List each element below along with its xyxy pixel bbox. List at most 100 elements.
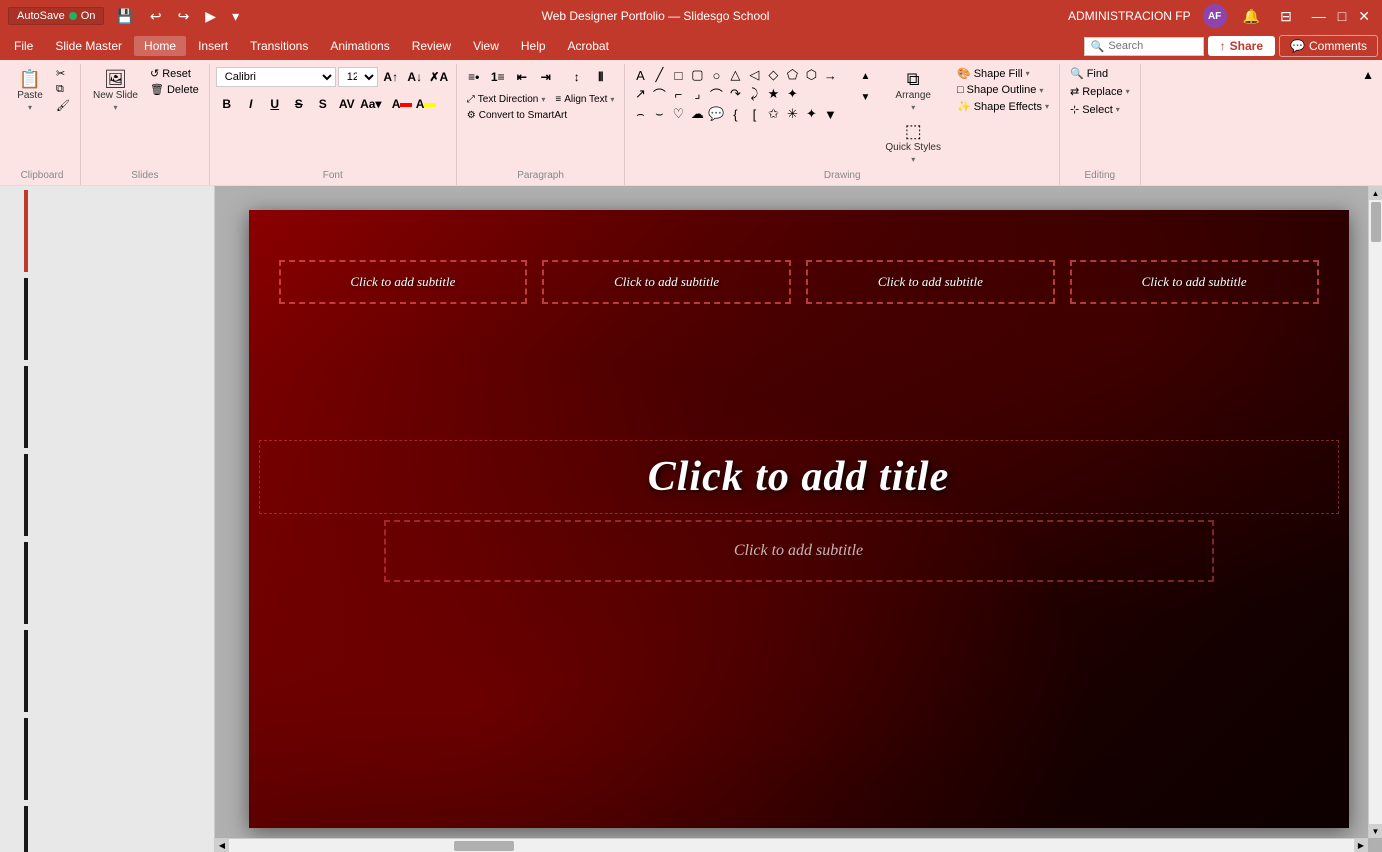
menu-slide-master[interactable]: Slide Master [45,36,132,56]
slide-thumb-2[interactable] [24,278,28,360]
clear-format-button[interactable]: ✗A [428,66,450,88]
shape-rect-icon[interactable]: □ [669,66,687,84]
menu-insert[interactable]: Insert [188,36,238,56]
menu-acrobat[interactable]: Acrobat [558,36,619,56]
title-container[interactable]: Click to add title [259,440,1339,514]
menu-help[interactable]: Help [511,36,556,56]
indent-decrease-button[interactable]: ⇤ [511,66,533,88]
slide-thumb-3[interactable] [24,366,28,448]
menu-view[interactable]: View [463,36,509,56]
shape-callout-icon[interactable]: 💬 [707,105,725,123]
save-button[interactable]: 💾 [112,6,137,27]
menu-animations[interactable]: Animations [320,36,399,56]
font-size-selector[interactable]: 12 [338,67,378,87]
slide-canvas[interactable]: Click to add subtitle Click to add subti… [249,210,1349,828]
shape-rounded-rect-icon[interactable]: ▢ [688,66,706,84]
ribbon-collapse-button[interactable]: ▲ [1358,64,1378,185]
subtitle-content-box[interactable]: Click to add subtitle [384,520,1214,582]
shape-misc5-icon[interactable]: ✦ [783,85,801,103]
quick-styles-button[interactable]: ⬚ Quick Styles ▾ [879,118,947,168]
autosave-button[interactable]: AutoSave On [8,7,104,25]
increase-font-button[interactable]: A↑ [380,66,402,88]
bullets-button[interactable]: ≡• [463,66,485,88]
shape-star5-icon[interactable]: ✩ [764,105,782,123]
shape-arrow-icon[interactable]: → [821,66,839,84]
copy-button[interactable]: ⧉ [52,82,74,97]
subtitle-box-3[interactable]: Click to add subtitle [806,260,1055,304]
bold-button[interactable]: B [216,93,238,115]
subtitle-box-4[interactable]: Click to add subtitle [1070,260,1319,304]
slide-thumb-6[interactable] [24,630,28,712]
line-spacing-button[interactable]: ↕ [566,66,588,88]
search-box[interactable]: 🔍 [1084,37,1204,56]
shape-hexagon-icon[interactable]: ⬡ [802,66,820,84]
customize-button[interactable]: ▾ [228,6,243,27]
shape-misc2-icon[interactable]: ↷ [726,85,744,103]
shape-elbow-icon[interactable]: ⌟ [688,85,706,103]
slide-thumb-5[interactable] [24,542,28,624]
shape-star4-icon[interactable]: ✦ [802,105,820,123]
shape-misc4-icon[interactable]: ★ [764,85,782,103]
shape-effects-button[interactable]: ✨ Shape Effects ▾ [953,99,1053,114]
shape-rtriangle-icon[interactable]: ◁ [745,66,763,84]
share-button[interactable]: ↑ Share [1208,36,1275,56]
indent-increase-button[interactable]: ⇥ [535,66,557,88]
font-family-selector[interactable]: Calibri [216,67,336,87]
shape-star8-icon[interactable]: ✳ [783,105,801,123]
shape-misc1-icon[interactable]: ⌒ [707,85,725,103]
scroll-down-arrow[interactable]: ▼ [1369,824,1382,838]
shape-cloud-icon[interactable]: ☁ [688,105,706,123]
convert-smartart-button[interactable]: ⚙ Convert to SmartArt [463,109,571,122]
columns-button[interactable]: ⫴ [590,66,612,88]
shape-heart-icon[interactable]: ♡ [669,105,687,123]
shape-pentagon-icon[interactable]: ⬠ [783,66,801,84]
presentation-button[interactable]: ▶ [201,6,220,27]
menu-home[interactable]: Home [134,36,186,56]
highlight-button[interactable]: A [415,93,437,115]
shape-circle-icon[interactable]: ○ [707,66,725,84]
notifications-button[interactable]: 🔔 [1239,6,1264,27]
slide-thumb-8[interactable] [24,806,28,852]
scroll-thumb-horizontal[interactable] [454,841,514,851]
align-text-button[interactable]: ≡ Align Text ▾ [551,93,618,106]
underline-button[interactable]: U [264,93,286,115]
paste-button[interactable]: 📋 Paste ▾ [10,66,50,116]
shape-diamond-icon[interactable]: ◇ [764,66,782,84]
maximize-button[interactable]: □ [1334,6,1350,27]
replace-button[interactable]: ⇄ Replace ▾ [1066,84,1134,99]
cut-button[interactable]: ✂ [52,66,74,81]
shape-misc3-icon[interactable]: ⤸ [745,85,763,103]
new-slide-button[interactable]: 🖼 New Slide ▾ [87,66,144,116]
shape-arc-icon[interactable]: ⌣ [650,105,668,123]
close-button[interactable]: ✕ [1354,6,1374,27]
find-button[interactable]: 🔍 Find [1066,66,1112,81]
user-avatar[interactable]: AF [1203,4,1227,28]
shape-brace-icon[interactable]: { [726,105,744,123]
slide-thumb-7[interactable] [24,718,28,800]
scroll-up-arrow[interactable]: ▲ [1369,186,1382,200]
reset-button[interactable]: ↺ Reset [146,66,203,81]
search-input[interactable] [1108,40,1188,52]
shape-bracket-icon[interactable]: [ [745,105,763,123]
shape-freeform-icon[interactable]: ⌢ [631,105,649,123]
shape-triangle-icon[interactable]: △ [726,66,744,84]
ribbon-toggle-button[interactable]: ⊟ [1276,6,1296,27]
shape-line-icon[interactable]: ╱ [650,66,668,84]
italic-button[interactable]: I [240,93,262,115]
shape-fill-button[interactable]: 🎨 Shape Fill ▾ [953,66,1053,81]
numbering-button[interactable]: 1≡ [487,66,509,88]
shape-bend-icon[interactable]: ↗ [631,85,649,103]
decrease-font-button[interactable]: A↓ [404,66,426,88]
menu-file[interactable]: File [4,36,43,56]
font-color-button[interactable]: A [391,93,413,115]
shape-curve-icon[interactable]: ⌒ [650,85,668,103]
shapes-scroll-down[interactable]: ▼ [857,87,873,107]
scroll-left-arrow[interactable]: ◀ [215,839,229,852]
shape-text-icon[interactable]: A [631,66,649,84]
arrange-button[interactable]: ⧉ Arrange ▾ [879,66,947,116]
delete-button[interactable]: 🗑 Delete [146,82,203,97]
scroll-right-arrow[interactable]: ▶ [1354,839,1368,852]
slide-thumb-1[interactable] [24,190,28,272]
slide-thumb-4[interactable] [24,454,28,536]
text-direction-button[interactable]: ⤢ Text Direction ▾ [463,93,550,106]
